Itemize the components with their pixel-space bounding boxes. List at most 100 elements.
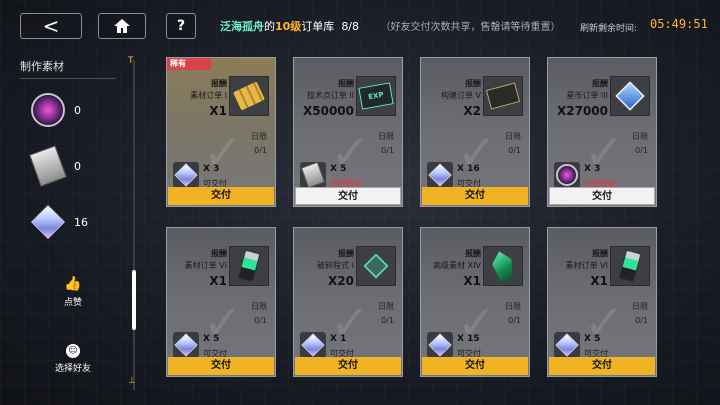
order-name: 构建订单 V [440, 91, 481, 100]
daily-limit-value: 0/1 [508, 146, 521, 155]
choose-friend-button[interactable]: ☺ 选择好友 [28, 344, 118, 374]
home-icon [114, 19, 130, 33]
daily-limit-label: 日限 [505, 132, 521, 141]
required-material-slot[interactable] [554, 162, 580, 188]
reward-quantity: X1 [463, 274, 481, 288]
deliver-button[interactable]: 交付 [168, 187, 274, 205]
deliver-button[interactable]: 交付 [422, 187, 528, 205]
material-slot[interactable] [26, 144, 70, 188]
order-card[interactable]: ✓ 报酬 高级素材 XIV X1 日限 0/1 X 15 可交付 交付 [420, 227, 530, 377]
deliver-button[interactable]: 交付 [549, 187, 655, 205]
reward-item-slot[interactable] [483, 76, 523, 116]
order-name: 高级素材 XIV [433, 261, 481, 270]
order-name: 星币订单 III [566, 91, 608, 100]
daily-limit-value: 0/1 [381, 316, 394, 325]
required-quantity: X 5 [203, 334, 220, 344]
crystal-cube-icon [301, 333, 325, 357]
order-card[interactable]: ✓ 报酬 构建订单 V X2 日限 0/1 X 16 可交付 交付 [420, 57, 530, 207]
like-button[interactable]: 👍 点赞 [28, 276, 118, 308]
rail-bottom-mark: ⊥ [128, 376, 136, 386]
required-quantity: X 3 [584, 164, 601, 174]
daily-limit-label: 日限 [505, 302, 521, 311]
reward-item-slot[interactable] [610, 76, 650, 116]
material-count: 16 [74, 216, 88, 229]
daily-limit-value: 0/1 [635, 146, 648, 155]
reward-label: 报酬 [338, 79, 354, 88]
daily-limit-value: 0/1 [254, 316, 267, 325]
required-material-slot[interactable] [173, 332, 199, 358]
thumbs-up-icon: 👍 [64, 276, 82, 292]
order-name: 破碎程式 I [317, 261, 354, 270]
title-connector: 的 [264, 20, 275, 33]
choose-friend-label: 选择好友 [54, 364, 91, 374]
rail-top-mark: T [128, 56, 134, 66]
required-quantity: X 16 [457, 164, 480, 174]
scroll-thumb[interactable] [132, 270, 136, 330]
required-material-slot[interactable] [427, 332, 453, 358]
reward-quantity: X1 [209, 104, 227, 118]
back-button[interactable]: < [20, 13, 82, 39]
help-button[interactable]: ? [166, 13, 196, 39]
reward-label: 报酬 [592, 79, 608, 88]
crystal-cube-icon [174, 333, 198, 357]
crystal-cube-icon [428, 333, 452, 357]
order-card[interactable]: ✓ 稀有 报酬 素材订单 I X1 日限 0/1 X 3 可交付 交付 [166, 57, 276, 207]
daily-limit: 日限 0/1 [632, 300, 648, 328]
required-material-slot[interactable] [300, 161, 326, 189]
deliver-button[interactable]: 交付 [549, 357, 655, 375]
required-material-slot[interactable] [427, 162, 453, 188]
reward-item-slot[interactable] [356, 246, 396, 286]
required-quantity: X 5 [584, 334, 601, 344]
daily-limit-value: 0/1 [381, 146, 394, 155]
order-card[interactable]: ✓ 报酬 素材订单 VI X1 日限 0/1 X 5 可交付 交付 [166, 227, 276, 377]
required-material-slot[interactable] [173, 162, 199, 188]
material-count: 0 [74, 160, 81, 173]
required-quantity: X 5 [330, 164, 347, 174]
material-slot[interactable] [26, 88, 70, 132]
reward-label: 报酬 [211, 249, 227, 258]
reward-item-slot[interactable]: EXP [356, 76, 396, 116]
order-name: 技术点订单 II [306, 91, 354, 100]
friend-icon: ☺ [66, 344, 80, 358]
reward-item-slot[interactable] [229, 246, 269, 286]
order-name: 素材订单 VI [565, 261, 608, 270]
required-quantity: X 3 [203, 164, 220, 174]
order-name: 素材订单 VI [184, 261, 227, 270]
order-card[interactable]: ✓ 报酬 素材订单 VI X1 日限 0/1 X 5 可交付 交付 [547, 227, 657, 377]
reward-item-slot[interactable] [610, 246, 650, 286]
scroll-rail[interactable] [133, 60, 135, 390]
reward-item-slot[interactable] [229, 76, 269, 116]
required-material-slot[interactable] [554, 332, 580, 358]
reward-quantity: X50000 [303, 104, 354, 118]
share-note: （好友交付次数共享，售罄请等待重置） [380, 22, 561, 33]
order-card[interactable]: ✓ 报酬 破碎程式 I X20 日限 0/1 X 1 可交付 交付 [293, 227, 403, 377]
deliver-button[interactable]: 交付 [422, 357, 528, 375]
reward-label: 报酬 [465, 79, 481, 88]
daily-limit-label: 日限 [632, 302, 648, 311]
crystal-cube-icon [31, 205, 65, 239]
daily-limit-label: 日限 [251, 302, 267, 311]
order-card[interactable]: ✓ 报酬 技术点订单 II X50000 EXP 日限 0/1 X 5 资源暂缺 交付 [293, 57, 403, 207]
order-progress: 8/8 [341, 20, 360, 33]
order-card[interactable]: ✓ 报酬 星币订单 III X27000 日限 0/1 X 3 资源暂缺 交付 [547, 57, 657, 207]
daily-limit-value: 0/1 [254, 146, 267, 155]
refresh-label: 刷新剩余时间: [580, 24, 638, 34]
daily-limit-label: 日限 [632, 132, 648, 141]
daily-limit-label: 日限 [378, 302, 394, 311]
green-fragment-icon [618, 249, 642, 283]
deliver-button[interactable]: 交付 [295, 187, 401, 205]
order-level: 10级 [275, 20, 302, 33]
home-button[interactable] [98, 13, 146, 39]
material-slot[interactable] [26, 200, 70, 244]
material-count: 0 [74, 104, 81, 117]
reward-label: 报酬 [592, 249, 608, 258]
reward-label: 报酬 [338, 249, 354, 258]
sidebar: 制作素材 T ⊥ 0 0 16 👍 点赞 ☺ 选择好友 [0, 50, 140, 405]
owner-name: 泛海孤舟 [220, 20, 264, 33]
daily-limit: 日限 0/1 [378, 300, 394, 328]
reward-quantity: X20 [328, 274, 354, 288]
reward-item-slot[interactable] [483, 246, 523, 286]
required-material-slot[interactable] [300, 332, 326, 358]
deliver-button[interactable]: 交付 [295, 357, 401, 375]
deliver-button[interactable]: 交付 [168, 357, 274, 375]
